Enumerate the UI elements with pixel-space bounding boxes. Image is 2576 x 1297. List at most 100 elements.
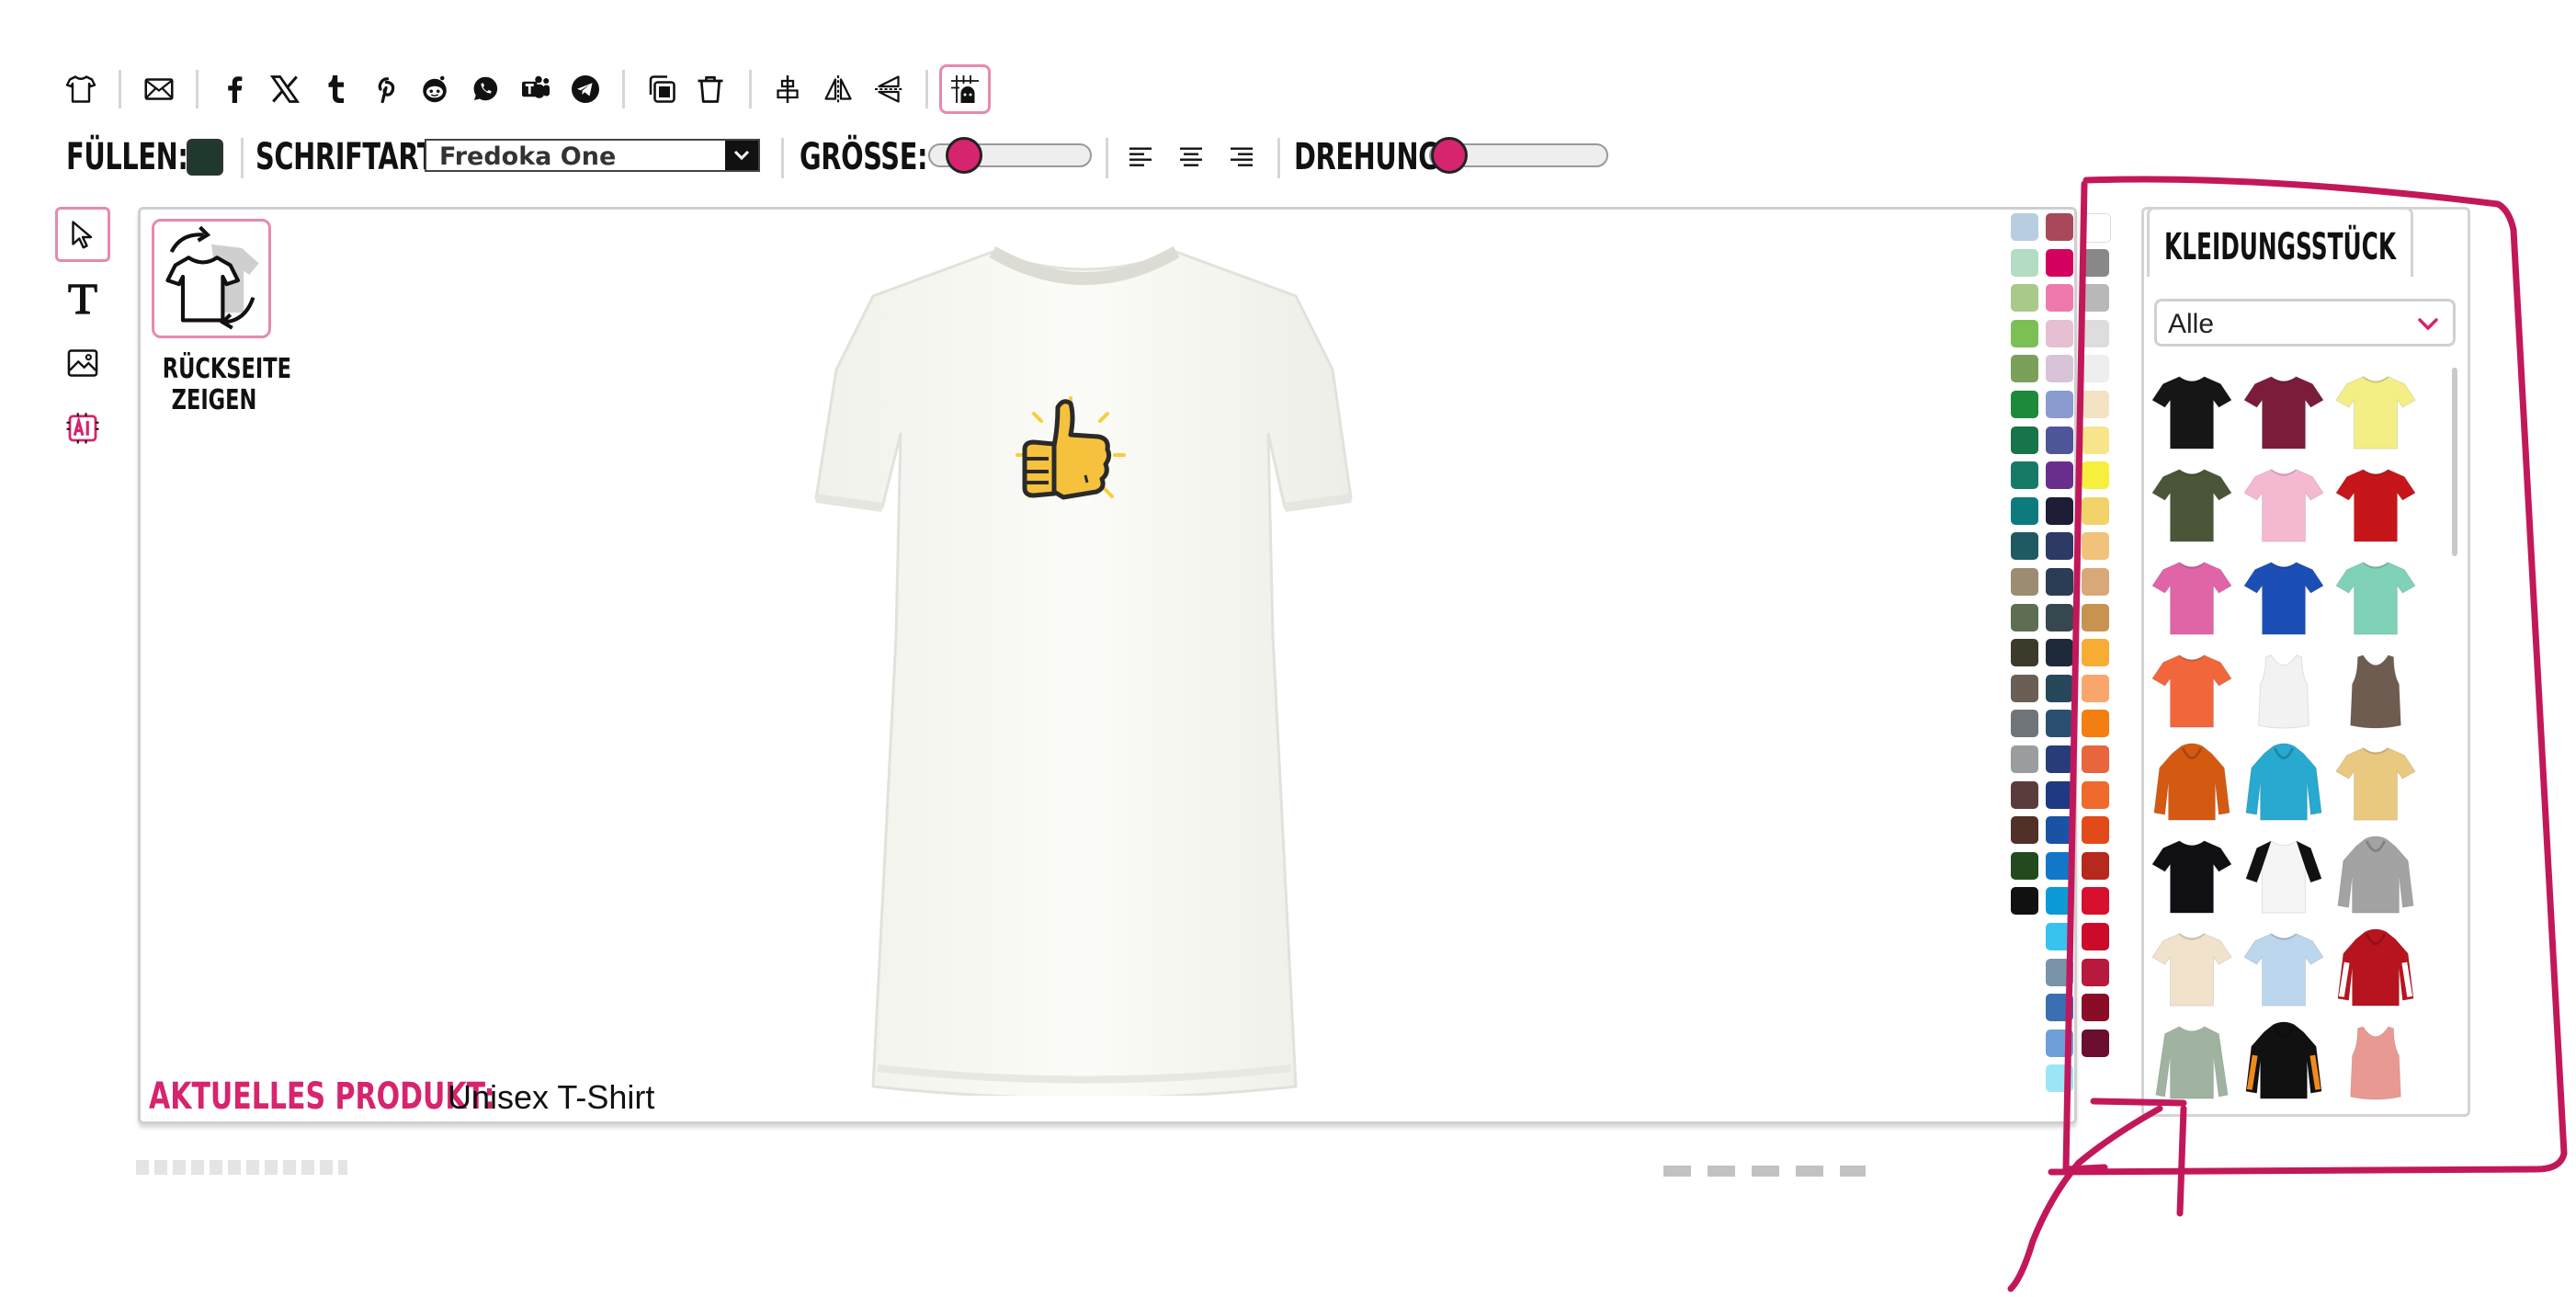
- garment-black-orange-hoodie[interactable]: [2243, 1019, 2324, 1102]
- color-swatch[interactable]: [2046, 1064, 2073, 1093]
- color-swatch[interactable]: [2011, 496, 2038, 525]
- align-right-icon[interactable]: [1224, 140, 1259, 175]
- color-swatch[interactable]: [2011, 887, 2038, 916]
- garment-coral-tshirt[interactable]: [2151, 648, 2232, 731]
- color-swatch[interactable]: [2046, 284, 2073, 313]
- color-swatch[interactable]: [2082, 674, 2109, 702]
- color-swatch[interactable]: [2046, 355, 2073, 383]
- color-swatch[interactable]: [2082, 248, 2109, 277]
- whatsapp-icon[interactable]: [462, 66, 508, 112]
- color-swatch[interactable]: [2046, 674, 2073, 702]
- garment-pink-tshirt[interactable]: [2243, 462, 2324, 545]
- garment-orange-hoodie[interactable]: [2151, 741, 2232, 824]
- color-swatch[interactable]: [2082, 780, 2109, 809]
- mail-icon[interactable]: [136, 66, 182, 112]
- color-swatch[interactable]: [2082, 958, 2109, 986]
- color-swatch[interactable]: [2046, 496, 2073, 525]
- garment-peach-tank[interactable]: [2335, 1019, 2416, 1102]
- garment-black-tshirt-2[interactable]: [2151, 834, 2232, 916]
- flip-horizontal-icon[interactable]: [815, 66, 861, 112]
- color-swatch[interactable]: [2082, 639, 2109, 667]
- ai-tool-icon[interactable]: [55, 400, 110, 455]
- garment-cream-tshirt[interactable]: [2151, 927, 2232, 1009]
- color-swatch[interactable]: [2046, 213, 2073, 241]
- garment-baseball-tshirt[interactable]: [2243, 834, 2324, 916]
- tumblr-icon[interactable]: [312, 66, 358, 112]
- color-swatch[interactable]: [2082, 284, 2109, 313]
- color-swatch[interactable]: [2082, 496, 2109, 525]
- align-center-text-icon[interactable]: [1174, 140, 1209, 175]
- color-swatch[interactable]: [2011, 639, 2038, 667]
- color-swatch[interactable]: [2082, 568, 2109, 596]
- garment-maroon-tshirt[interactable]: [2243, 370, 2324, 452]
- garment-fuchsia-tshirt[interactable]: [2151, 555, 2232, 638]
- color-swatch[interactable]: [2046, 603, 2073, 631]
- color-swatch[interactable]: [2082, 851, 2109, 880]
- color-swatch[interactable]: [2046, 923, 2073, 950]
- color-swatch[interactable]: [2082, 461, 2109, 490]
- color-swatch[interactable]: [2011, 461, 2038, 490]
- font-select[interactable]: Fredoka One: [425, 139, 760, 172]
- garment-royal-blue-tshirt[interactable]: [2243, 555, 2324, 638]
- color-swatch[interactable]: [2082, 426, 2109, 454]
- color-swatch[interactable]: [2082, 994, 2109, 1022]
- color-swatch[interactable]: [2046, 958, 2073, 986]
- color-swatch[interactable]: [2011, 319, 2038, 347]
- garment-brown-tank[interactable]: [2335, 648, 2416, 731]
- design-canvas[interactable]: [138, 207, 2077, 1124]
- color-swatch[interactable]: [2082, 532, 2109, 561]
- color-swatch[interactable]: [2011, 603, 2038, 631]
- reddit-icon[interactable]: [412, 66, 458, 112]
- x-icon[interactable]: [262, 66, 308, 112]
- garment-tiedye-tshirt[interactable]: [2335, 741, 2416, 824]
- flip-vertical-icon[interactable]: [866, 66, 912, 112]
- tab-garment[interactable]: KLEIDUNGSSTÜCK: [2147, 207, 2413, 277]
- color-swatch[interactable]: [2046, 568, 2073, 596]
- grid-toggle-icon[interactable]: [939, 64, 991, 114]
- size-slider[interactable]: [928, 137, 1092, 174]
- color-swatch[interactable]: [2046, 319, 2073, 347]
- facebook-icon[interactable]: [211, 66, 257, 112]
- delete-icon[interactable]: [687, 66, 733, 112]
- show-back-button[interactable]: [152, 219, 271, 338]
- telegram-icon[interactable]: [562, 66, 608, 112]
- color-swatch[interactable]: [2046, 248, 2073, 277]
- color-swatch[interactable]: [2046, 391, 2073, 418]
- color-swatch[interactable]: [2046, 780, 2073, 809]
- teams-icon[interactable]: [513, 66, 559, 112]
- color-swatch[interactable]: [2011, 745, 2038, 773]
- fill-color-swatch[interactable]: [187, 139, 223, 176]
- rotation-slider-handle[interactable]: [1431, 137, 1468, 174]
- color-swatch[interactable]: [2046, 639, 2073, 667]
- size-slider-handle[interactable]: [945, 137, 982, 174]
- color-swatch[interactable]: [2082, 816, 2109, 845]
- garment-list-scrollbar[interactable]: [2452, 368, 2457, 556]
- color-swatch[interactable]: [2046, 851, 2073, 880]
- pinterest-icon[interactable]: [363, 66, 409, 112]
- color-swatch[interactable]: [2046, 745, 2073, 773]
- select-pointer-icon[interactable]: [55, 207, 110, 262]
- garment-white-tank[interactable]: [2243, 648, 2324, 731]
- color-swatch[interactable]: [2011, 532, 2038, 561]
- color-swatch[interactable]: [2011, 851, 2038, 880]
- rotation-slider[interactable]: [1429, 137, 1608, 174]
- color-swatch[interactable]: [2082, 319, 2109, 347]
- color-swatch[interactable]: [2046, 816, 2073, 845]
- color-swatch[interactable]: [2046, 426, 2073, 454]
- image-tool-icon[interactable]: [55, 336, 110, 391]
- garment-grey-hoodie[interactable]: [2335, 834, 2416, 916]
- align-center-icon[interactable]: [765, 66, 811, 112]
- color-swatch[interactable]: [2046, 461, 2073, 490]
- color-swatch[interactable]: [2011, 426, 2038, 454]
- color-swatch[interactable]: [2046, 532, 2073, 561]
- color-swatch[interactable]: [2082, 603, 2109, 631]
- color-swatch[interactable]: [2011, 780, 2038, 809]
- tshirt-icon[interactable]: [58, 66, 104, 112]
- color-swatch[interactable]: [2011, 284, 2038, 313]
- garment-sage-longsleeve[interactable]: [2151, 1019, 2232, 1102]
- color-swatch[interactable]: [2082, 1029, 2109, 1057]
- color-swatch[interactable]: [2046, 887, 2073, 916]
- color-swatch[interactable]: [2046, 994, 2073, 1022]
- color-swatch[interactable]: [2011, 355, 2038, 383]
- color-swatch[interactable]: [2082, 391, 2109, 418]
